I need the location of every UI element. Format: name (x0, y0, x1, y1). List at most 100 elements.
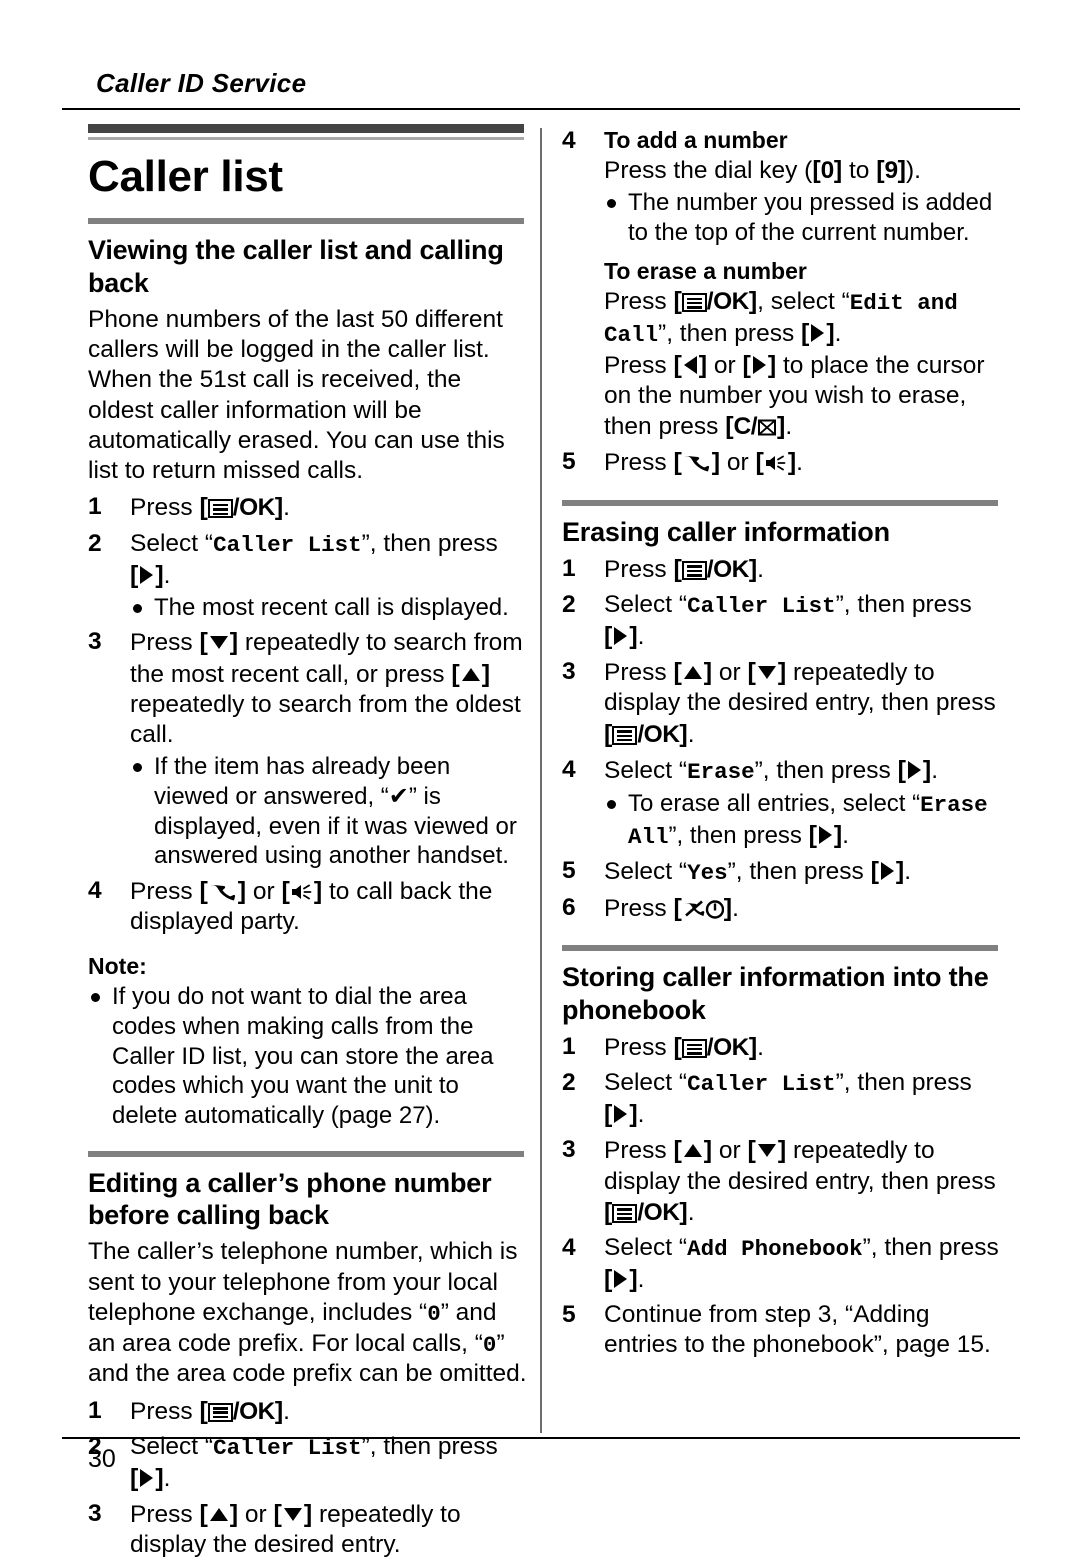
step-text: Select (604, 591, 679, 619)
section-rule (562, 499, 998, 506)
right-arrow-key-icon (811, 323, 825, 342)
step-text: or (246, 877, 282, 905)
step-tail: . (637, 1265, 645, 1293)
line-part: Press the dial key ( (604, 156, 813, 184)
zero-literal: 0 (427, 1300, 441, 1327)
step-item: 6 Press []. (562, 894, 739, 923)
bullet-item: The number you pressed is added to the t… (604, 188, 1002, 247)
right-arrow-key-icon (614, 1105, 628, 1124)
right-arrow-key-icon (907, 760, 921, 779)
step-bullets: The most recent call is displayed. (130, 593, 528, 623)
step-item: 5 Continue from step 3, “Adding entries t… (562, 1300, 1002, 1361)
step-tail: . (757, 555, 764, 583)
step-tail: . (637, 1101, 645, 1129)
step-text: Press (130, 1397, 200, 1425)
step-number: 2 (88, 529, 102, 557)
menu-ok-key-icon (207, 1402, 233, 1422)
header-rule (62, 108, 1020, 110)
clear-backspace-key-icon (758, 419, 777, 436)
step-text: , then press (735, 858, 871, 886)
step-item: 4 Press [] or [] to call back the display… (88, 876, 493, 936)
step-text: Press (130, 1500, 200, 1528)
step-item: 5 Press [] or []. (562, 448, 803, 477)
bullet-part: To erase all entries, select (628, 789, 913, 817)
up-arrow-key-icon (209, 1507, 228, 1521)
step-item: 3 Press [] or [] repeatedly to display th… (562, 1136, 996, 1226)
section1-steps: 1 Press [/OK]. 2 Select “Caller List”, the… (88, 492, 528, 937)
down-arrow-key-icon (757, 1144, 776, 1158)
step-tail: . (904, 858, 912, 886)
step-item: 2 Select “Caller List”, then press []. (88, 1432, 498, 1492)
step-number: 1 (562, 1033, 576, 1061)
step-text: Select (604, 756, 679, 784)
step-text: , then press (870, 1234, 999, 1262)
line-part: or (707, 351, 743, 379)
step-text: or (238, 1500, 274, 1528)
note-label: Note: (88, 953, 147, 980)
erase-line-2: Press [] or [] to place the cursor on th… (604, 350, 985, 441)
step-tail: . (687, 720, 695, 748)
step-text: , then press (762, 756, 898, 784)
step-tail: . (732, 895, 739, 923)
step-number: 4 (562, 1234, 576, 1262)
step-item: 4 Select “Add Phonebook”, then press []. (562, 1234, 999, 1293)
step-text: Select (604, 858, 679, 886)
step-item: 2 Select “Caller List”, then press []. Th… (88, 529, 528, 623)
step-text: Press (604, 555, 674, 583)
bullet-item: If you do not want to dial the area code… (88, 982, 528, 1130)
speakerphone-key-icon (765, 455, 786, 471)
menu-ok-key-icon (681, 560, 707, 580)
step-bullets: To erase all entries, select “Erase All”… (604, 789, 1002, 852)
chapter-title: Caller list (88, 152, 283, 201)
running-header: Caller ID Service (96, 68, 307, 98)
step-text: Select (604, 1234, 679, 1262)
talk-handset-key-icon (684, 456, 709, 472)
menu-option-label: Erase (687, 758, 755, 785)
talk-handset-key-icon (210, 884, 235, 901)
step-text: Press (604, 1137, 674, 1165)
step-text: , then press (843, 591, 972, 619)
step-item: 1 Press [/OK]. (88, 493, 290, 522)
step-tail: repeatedly to search from the oldest cal… (130, 690, 521, 749)
power-off-key-icon (684, 900, 724, 919)
section1-intro: Phone numbers of the last 50 different c… (88, 305, 505, 485)
step-number: 4 (562, 127, 576, 154)
menu-option-label: Caller List (687, 1071, 836, 1098)
step-number: 5 (562, 448, 576, 476)
step-text: Press (604, 1034, 674, 1062)
step-item: 3 Press [] or [] repeatedly to display th… (88, 1499, 461, 1559)
step-number: 4 (562, 755, 576, 783)
left-column: Caller list Viewing the caller list and … (88, 124, 528, 1565)
step-text: or (712, 659, 748, 687)
step-text: Select (604, 1069, 679, 1097)
step-item: 4 To add a number Press the dial key ([0… (562, 126, 1002, 442)
bullet-part: . (842, 821, 849, 849)
step-item: 5 Select “Yes”, then press []. (562, 857, 912, 887)
step-tail: . (637, 622, 645, 650)
section2-steps: 1 Press [/OK]. 2 Select “Caller List”, the… (88, 1396, 528, 1561)
step-tail: . (687, 1198, 695, 1226)
step-number: 3 (88, 628, 102, 656)
line-part: to (842, 156, 877, 184)
right-arrow-key-icon (818, 825, 832, 844)
step-tail: . (931, 756, 939, 784)
right-arrow-key-icon (880, 862, 894, 881)
step-bullets: If the item has already been viewed or a… (130, 752, 528, 871)
up-arrow-key-icon (683, 1144, 702, 1158)
step-text: , then press (369, 529, 498, 557)
line-part: . (785, 413, 793, 441)
step-tail: . (163, 561, 171, 589)
menu-option-label: Caller List (213, 531, 362, 558)
step-item: 2 Select “Caller List”, then press []. (562, 591, 972, 650)
down-arrow-key-icon (757, 666, 776, 680)
step-text: Press (604, 449, 674, 477)
step-item: 3 Press [] repeatedly to search from the … (88, 627, 528, 871)
line-part: Press (604, 351, 674, 379)
step-tail: . (796, 449, 803, 477)
right-column: 4 To add a number Press the dial key ([0… (562, 126, 1002, 1366)
step-number: 3 (562, 1136, 576, 1164)
right-arrow-key-icon (140, 565, 154, 584)
erasing-steps: 1 Press [/OK]. 2 Select “Caller List”, the… (562, 554, 1002, 924)
up-arrow-key-icon (683, 666, 702, 680)
menu-ok-key-icon (207, 499, 233, 519)
